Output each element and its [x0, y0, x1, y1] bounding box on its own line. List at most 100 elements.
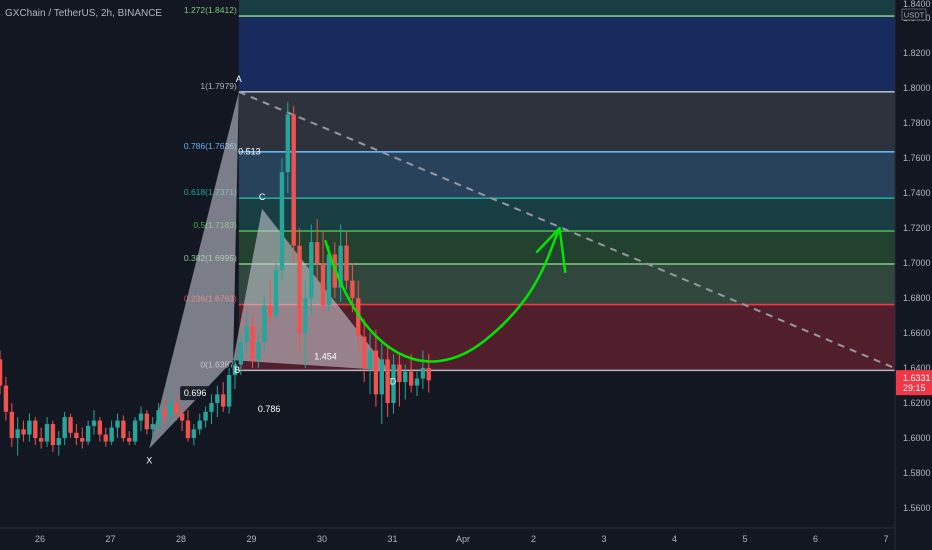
candle-body: [109, 427, 114, 442]
candle-body: [361, 336, 367, 369]
candle-body: [215, 394, 220, 404]
price-tick-label: 1.5600: [903, 503, 931, 513]
price-tick-label: 1.6800: [903, 293, 931, 303]
bar-countdown: 29:15: [903, 383, 926, 393]
fib-level-label-0: 1.272(1.8412): [184, 5, 237, 15]
candle-body: [344, 245, 349, 281]
candle-body: [403, 371, 408, 383]
last-price-value: 1.6331: [903, 373, 931, 383]
price-tick-label: 1.7400: [903, 188, 931, 198]
time-tick-label: 28: [176, 534, 186, 544]
time-tick-label: 31: [387, 534, 397, 544]
candle-body: [74, 432, 79, 439]
candle-body: [144, 413, 150, 430]
candle-body: [314, 242, 320, 264]
price-tick-label: 1.7000: [903, 258, 931, 268]
candle-body: [168, 403, 173, 418]
candle-body: [379, 359, 384, 395]
candle-body: [150, 424, 155, 430]
candle-body: [21, 429, 26, 435]
ratio-label-3: 1.454: [314, 351, 337, 361]
candle-body: [309, 242, 314, 299]
candle-body: [121, 420, 126, 439]
ratio-label-0: 0.696: [184, 388, 207, 398]
price-tick-label: 1.7600: [903, 153, 931, 163]
fib-level-label-1: 1(1.7979): [200, 81, 237, 91]
fib-band-6: [238, 264, 901, 305]
candle-body: [221, 394, 226, 407]
price-tick-label: 1.5800: [903, 468, 931, 478]
candle-body: [209, 403, 214, 412]
candle-body: [0, 359, 3, 386]
candle-body: [68, 417, 73, 433]
candle-body: [103, 434, 108, 442]
candle-body: [291, 114, 296, 246]
candle-body: [414, 378, 420, 386]
candle-body: [256, 341, 261, 360]
candle-body: [9, 411, 14, 439]
candle-body: [80, 438, 85, 442]
time-tick-label: 3: [601, 534, 606, 544]
candle-body: [44, 424, 50, 442]
candle-body: [138, 413, 144, 421]
candle-body: [97, 420, 103, 435]
price-tick-label: 1.7200: [903, 223, 931, 233]
candle-body: [326, 254, 332, 306]
candle-body: [50, 424, 56, 446]
candle-body: [273, 270, 279, 316]
candle-body: [174, 403, 179, 414]
candle-body: [226, 375, 232, 407]
candle-body: [132, 420, 138, 442]
ratio-label-2: 0.786: [258, 404, 281, 414]
candle-body: [320, 263, 326, 306]
fib-band-3: [238, 151, 901, 199]
candle-body: [91, 420, 97, 426]
candle-body: [367, 350, 373, 369]
time-tick-label: 6: [813, 534, 818, 544]
pattern-point-A: A: [236, 74, 242, 84]
candle-body: [62, 417, 67, 439]
price-tick-label: 1.6600: [903, 328, 931, 338]
candle-body: [297, 245, 302, 334]
candle-body: [115, 420, 120, 428]
candle-body: [179, 413, 185, 421]
price-chart[interactable]: 1.272(1.8412)1(1.7979)0.786(1.7636)0.618…: [0, 0, 932, 550]
price-tick-label: 1.7800: [903, 118, 931, 128]
candle-body: [350, 280, 355, 299]
candle-body: [203, 411, 208, 421]
candle-body: [250, 326, 255, 360]
candle-body: [197, 420, 202, 430]
candle-body: [156, 410, 161, 425]
candle-body: [408, 371, 414, 386]
fib-band-5: [238, 231, 901, 264]
candle-body: [285, 114, 291, 173]
ratio-label-1: 0.513: [238, 147, 261, 157]
currency-badge[interactable]: USDT: [904, 11, 925, 20]
candle-body: [373, 350, 379, 395]
candle-body: [426, 368, 431, 381]
candle-body: [267, 305, 273, 316]
time-tick-label: 5: [742, 534, 747, 544]
candle-body: [420, 368, 426, 379]
candle-body: [191, 429, 197, 439]
time-tick-label: 27: [105, 534, 115, 544]
candle-body: [162, 410, 167, 418]
fib-band-4: [238, 198, 901, 232]
time-tick-label: 29: [246, 534, 256, 544]
candle-body: [303, 298, 308, 334]
price-tick-label: 1.6000: [903, 433, 931, 443]
time-tick-label: 7: [883, 534, 888, 544]
candle-body: [397, 364, 402, 383]
candle-body: [38, 438, 44, 442]
pattern-point-D: D: [390, 376, 397, 386]
candle-body: [15, 429, 20, 439]
pattern-point-C: C: [259, 192, 266, 202]
time-tick-label: 2: [531, 534, 536, 544]
candle-body: [3, 385, 9, 412]
pattern-point-X: X: [146, 456, 152, 466]
pattern-point-B: B: [234, 365, 240, 375]
price-tick-label: 1.8200: [903, 48, 931, 58]
fib-band-1: [238, 16, 901, 92]
candle-body: [244, 326, 249, 342]
candle-body: [56, 438, 61, 446]
